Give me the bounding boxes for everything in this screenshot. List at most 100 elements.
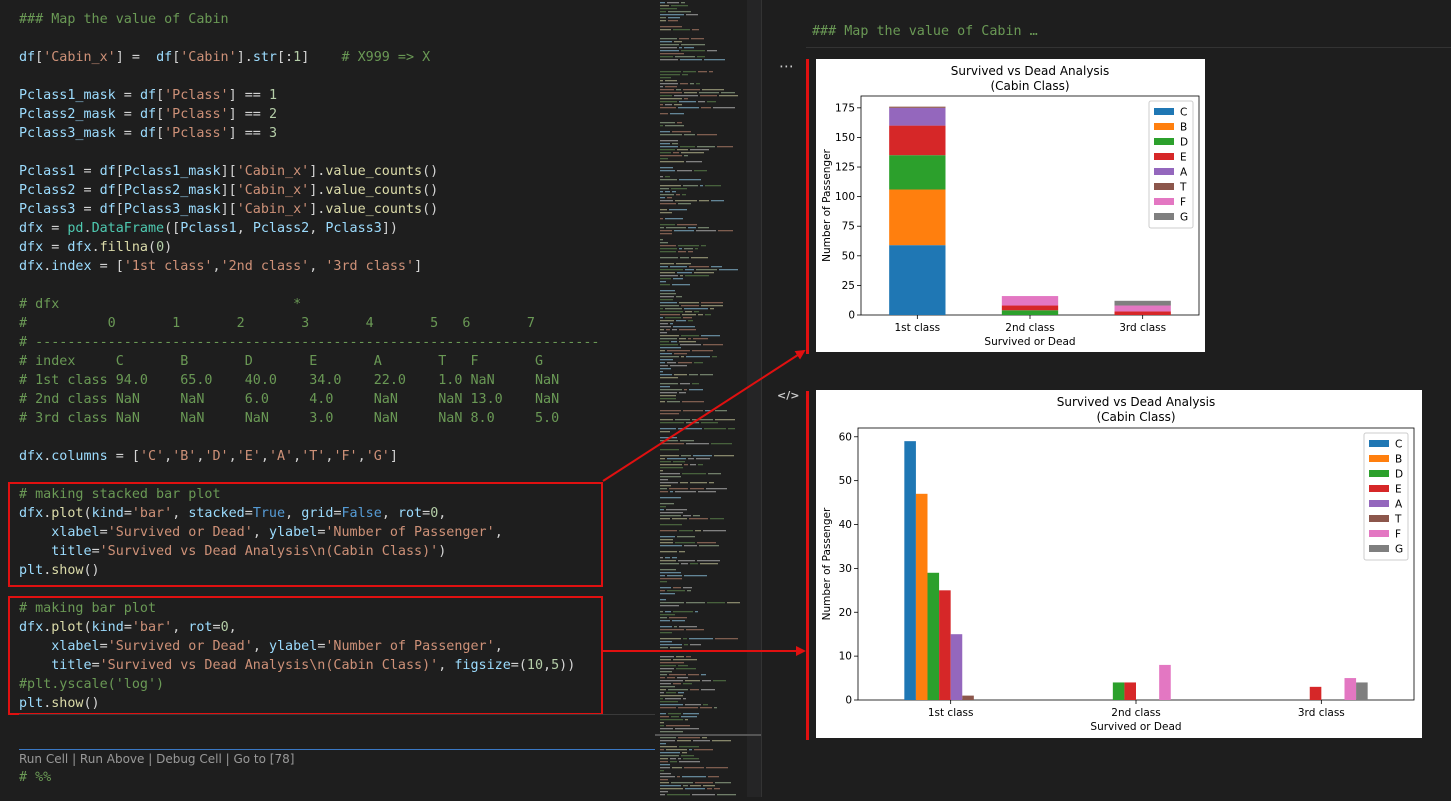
code-token: 'Cabin'	[180, 50, 237, 65]
minimap-stroke	[685, 680, 700, 682]
code-line[interactable]: dfx = pd.DataFrame([Pclass1, Pclass2, Pc…	[19, 219, 398, 238]
minimap-stroke	[719, 95, 738, 97]
minimap-scrollbar[interactable]	[747, 0, 761, 797]
minimap-stroke	[660, 617, 667, 619]
bar-E-1	[1124, 682, 1136, 700]
code-line[interactable]: # index C B D E A T F G	[19, 352, 543, 371]
code-icon[interactable]: </>	[777, 389, 799, 402]
minimap-stroke	[660, 794, 665, 796]
minimap-stroke	[688, 458, 694, 460]
minimap-stroke	[660, 140, 678, 142]
x-axis-label: Survived or Dead	[984, 336, 1075, 348]
minimap-stroke	[673, 611, 693, 613]
code-line[interactable]: # 0 1 2 3 4 5 6 7	[19, 314, 535, 333]
minimap-stroke	[660, 98, 682, 100]
minimap-stroke	[678, 245, 699, 247]
minimap-stroke	[660, 530, 677, 532]
minimap-stroke	[660, 593, 675, 595]
minimap-stroke	[680, 59, 702, 61]
minimap-stroke	[701, 245, 706, 247]
legend-label: F	[1395, 529, 1401, 541]
minimap-stroke	[660, 251, 676, 253]
minimap-stroke	[665, 176, 670, 178]
code-token: [	[35, 50, 44, 65]
legend-label: E	[1395, 484, 1402, 496]
minimap-stroke	[660, 476, 681, 478]
code-line[interactable]: Pclass2_mask = df['Pclass'] == 2	[19, 105, 277, 124]
code-line[interactable]: # 2nd class NaN NaN 6.0 4.0 NaN NaN 13.0…	[19, 390, 559, 409]
code-line[interactable]: Pclass1 = df[Pclass1_mask]['Cabin_x'].va…	[19, 162, 438, 181]
code-token: .	[83, 221, 92, 236]
minimap-stroke	[660, 764, 670, 766]
code-token: ].	[309, 183, 326, 198]
code-editor[interactable]: ### Map the value of Cabin df['Cabin_x'] …	[0, 0, 655, 797]
minimap-stroke	[660, 305, 679, 307]
minimap-stroke	[660, 680, 683, 682]
code-line[interactable]: dfx = dfx.fillna(0)	[19, 238, 172, 257]
minimap-stroke	[677, 536, 695, 538]
minimap-stroke	[660, 20, 666, 22]
minimap-stroke	[660, 296, 674, 298]
minimap-stroke	[660, 134, 682, 136]
cell-marker-line: # %%	[19, 770, 52, 785]
minimap-stroke	[660, 176, 663, 178]
more-actions-icon[interactable]: ⋯	[779, 57, 794, 75]
minimap-stroke	[660, 782, 669, 784]
minimap-stroke	[665, 125, 684, 127]
minimap-stroke	[686, 602, 705, 604]
minimap-stroke	[673, 326, 695, 328]
code-token: ] ==	[228, 126, 269, 141]
code-line[interactable]: dfx.index = ['1st class','2nd class', '3…	[19, 257, 422, 276]
minimap-stroke	[695, 782, 713, 784]
code-line[interactable]: dfx.columns = ['C','B','D','E','A','T','…	[19, 447, 398, 466]
code-token: 'Pclass'	[164, 107, 229, 122]
minimap-stroke	[660, 161, 684, 163]
code-token: 0	[156, 240, 165, 255]
minimap-stroke	[660, 5, 669, 7]
minimap-stroke	[704, 428, 726, 430]
minimap-stroke	[665, 308, 682, 310]
code-line[interactable]: ### Map the value of Cabin	[19, 10, 229, 29]
minimap-stroke	[674, 374, 687, 376]
minimap-stroke	[660, 557, 663, 559]
minimap-stroke	[715, 638, 738, 640]
minimap-stroke	[660, 185, 681, 187]
minimap[interactable]	[655, 0, 761, 797]
minimap-stroke	[660, 722, 664, 724]
bar-E-0	[939, 590, 951, 700]
minimap-stroke	[660, 704, 683, 706]
minimap-stroke	[665, 218, 683, 220]
minimap-stroke	[660, 485, 671, 487]
minimap-stroke	[673, 659, 697, 661]
minimap-stroke	[660, 197, 665, 199]
minimap-slider[interactable]	[655, 734, 761, 736]
minimap-stroke	[697, 146, 715, 148]
code-line[interactable]: Pclass3_mask = df['Pclass'] == 3	[19, 124, 277, 143]
code-line[interactable]: Pclass2 = df[Pclass2_mask]['Cabin_x'].va…	[19, 181, 438, 200]
code-line[interactable]: # 1st class 94.0 65.0 40.0 34.0 22.0 1.0…	[19, 371, 559, 390]
code-line[interactable]: Pclass1_mask = df['Pclass'] == 1	[19, 86, 277, 105]
code-line[interactable]: # --------------------------------------…	[19, 333, 599, 352]
minimap-stroke	[660, 155, 682, 157]
minimap-stroke	[690, 464, 696, 466]
minimap-stroke	[660, 467, 683, 469]
minimap-stroke	[678, 251, 686, 253]
code-token: [:	[277, 50, 294, 65]
codelens-actions[interactable]: Run Cell | Run Above | Debug Cell | Go t…	[19, 752, 294, 766]
code-line[interactable]: Pclass3 = df[Pclass3_mask]['Cabin_x'].va…	[19, 200, 438, 219]
code-line[interactable]: # dfx *	[19, 295, 301, 314]
minimap-stroke	[676, 89, 681, 91]
code-line[interactable]: # 3rd class NaN NaN NaN 3.0 NaN NaN 8.0 …	[19, 409, 559, 428]
x-axis-label: Survived or Dead	[1090, 721, 1181, 733]
bar-T-0	[889, 106, 946, 108]
code-token: [	[115, 183, 124, 198]
code-token: 'E'	[236, 449, 261, 464]
code-line[interactable]: df['Cabin_x'] = df['Cabin'].str[:1] # X9…	[19, 48, 430, 67]
minimap-stroke	[667, 362, 676, 364]
code-token: =	[115, 88, 140, 103]
minimap-stroke	[684, 545, 697, 547]
minimap-stroke	[685, 704, 701, 706]
minimap-stroke	[681, 44, 705, 46]
minimap-stroke	[681, 152, 704, 154]
code-token: value_counts	[325, 183, 423, 198]
